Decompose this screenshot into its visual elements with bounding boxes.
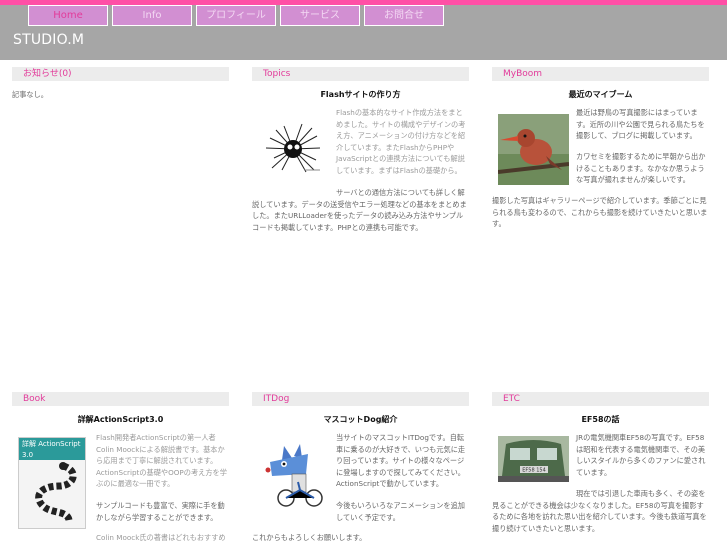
myboom-paragraph-2: カワセミを撮影するために早朝から出かけることもあります。なかなか思うような写真が… — [576, 152, 706, 185]
bird-photo[interactable] — [498, 114, 569, 185]
topics-paragraph-1: Flashの基本的なサイト作成方法をまとめました。サイトの構成やデザインの考え方… — [336, 108, 466, 175]
book-paragraph-2: サンプルコードも豊富で、実際に手を動かしながら学習することができます。 — [96, 501, 225, 522]
topics-paragraph-2: サーバとの通信方法についても詳しく解説しています。データの送受信やエラー処理など… — [252, 188, 467, 232]
itdog-headline[interactable]: マスコットDog紹介 — [252, 414, 469, 425]
panel-topics-header[interactable]: Topics — [252, 67, 469, 81]
nav-contact[interactable]: お問合せ — [364, 5, 444, 26]
news-empty-text: 記事なし。 — [12, 90, 48, 99]
nav-profile[interactable]: プロフィール — [196, 5, 276, 26]
main-nav: Home Info プロフィール サービス お問合せ — [28, 5, 448, 26]
panel-book-header[interactable]: Book — [12, 392, 229, 406]
site-logo[interactable]: STUDIO.M — [13, 32, 84, 48]
panel-news-header[interactable]: お知らせ(0) — [12, 67, 229, 81]
topics-thumbnail[interactable] — [262, 118, 324, 180]
itdog-paragraph-3: これからもよろしくお願いします。 — [252, 533, 367, 542]
book-cover[interactable]: 詳解 ActionScript 3.0 — [18, 437, 86, 529]
itdog-mascot[interactable] — [262, 440, 328, 510]
etc-paragraph-1: JRの電気機関車EF58の写真です。EF58は昭和を代表する電気機関車で、その美… — [576, 433, 706, 477]
myboom-headline[interactable]: 最近のマイブーム — [492, 89, 709, 100]
book-headline[interactable]: 詳解ActionScript3.0 — [12, 414, 229, 425]
itdog-paragraph-1: 当サイトのマスコットITDogです。自転車に乗るのが大好きで、いつも元気に走り回… — [336, 433, 466, 489]
etc-paragraph-2: 現在では引退した車両も多く、その姿を見ることができる機会は少なくなりました。EF… — [492, 489, 707, 533]
nav-home[interactable]: Home — [28, 5, 108, 26]
itdog-paragraph-2: 今後もいろいろなアニメーションを追加していく予定です。 — [336, 501, 465, 522]
panel-myboom-header[interactable]: MyBoom — [492, 67, 709, 81]
book-cover-title: 詳解 ActionScript 3.0 — [19, 438, 85, 460]
topics-headline[interactable]: Flashサイトの作り方 — [252, 89, 469, 100]
panel-itdog-header[interactable]: ITDog — [252, 392, 469, 406]
book-paragraph-3: Colin Moock氏の著書はどれもおすすめです。 — [96, 533, 226, 545]
site-header: Home Info プロフィール サービス お問合せ STUDIO.M — [0, 5, 727, 60]
nav-info[interactable]: Info — [112, 5, 192, 26]
train-photo[interactable]: EF58 154 — [498, 436, 569, 482]
book-paragraph-1: Flash開発者ActionScriptの第一人者Colin Moockによる解… — [96, 433, 227, 489]
train-number-plate: EF58 154 — [522, 468, 546, 474]
snake-illustration — [35, 462, 77, 522]
etc-headline[interactable]: EF58の話 — [492, 414, 709, 425]
myboom-paragraph-3: 撮影した写真はギャラリーページで紹介しています。季節ごとに見られる鳥も変わるので… — [492, 196, 708, 229]
myboom-paragraph-1: 最近は野鳥の写真撮影にはまっています。近所の川や公園で見られる鳥たちを撮影して、… — [576, 108, 705, 141]
panel-etc-header[interactable]: ETC — [492, 392, 709, 406]
nav-service[interactable]: サービス — [280, 5, 360, 26]
